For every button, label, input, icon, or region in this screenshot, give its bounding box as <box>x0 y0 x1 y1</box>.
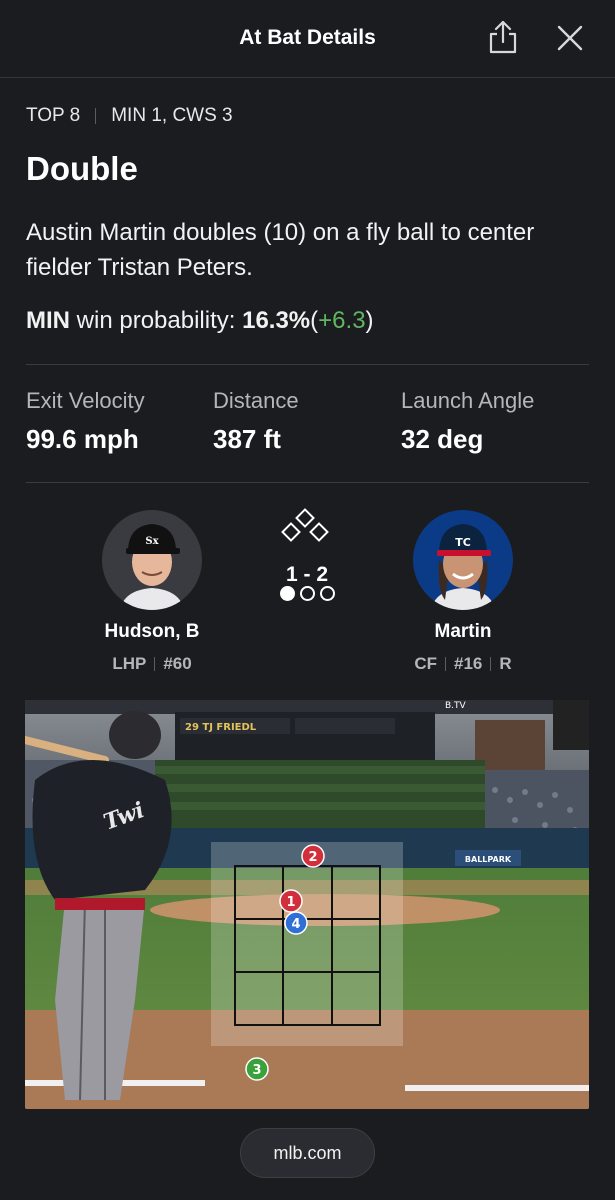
share-icon[interactable] <box>488 20 518 54</box>
outs-indicator <box>280 586 335 601</box>
stat-exit-velocity: Exit Velocity 99.6 mph <box>26 388 145 455</box>
batter-name[interactable]: Martin <box>363 621 563 643</box>
out-dot <box>320 586 335 601</box>
separator <box>490 657 492 671</box>
pitcher-hand: LHP <box>112 654 147 673</box>
win-probability-team: MIN <box>26 307 70 334</box>
batter-number: #16 <box>454 654 483 673</box>
pitcher-meta: LHP #60 <box>52 654 252 674</box>
inning-label: TOP 8 <box>26 105 81 126</box>
out-dot <box>280 586 295 601</box>
scoreboard-batter: 29 TJ FRIEDL <box>185 722 257 733</box>
wall-sponsor: BALLPARK <box>465 855 512 864</box>
stat-value: 387 ft <box>213 424 281 454</box>
separator <box>445 657 446 671</box>
stat-label: Launch Angle <box>401 388 535 413</box>
divider <box>26 364 589 365</box>
stat-launch-angle: Launch Angle 32 deg <box>401 388 534 455</box>
stat-value: 99.6 mph <box>26 424 139 454</box>
batter-meta: CF #16 R <box>363 654 563 674</box>
pitch-marker-2[interactable]: 2 <box>301 844 325 868</box>
pitch-number: 4 <box>291 917 300 932</box>
pitch-marker-3[interactable]: 3 <box>245 1057 269 1081</box>
page-title: At Bat Details <box>239 26 376 49</box>
stat-label: Exit Velocity <box>26 388 145 413</box>
svg-text:Sx: Sx <box>145 536 159 547</box>
out-dot <box>300 586 315 601</box>
pitch-number: 2 <box>308 850 317 865</box>
win-probability-value: 16.3% <box>242 307 311 334</box>
separator <box>154 657 156 671</box>
inning-score-row: TOP 8 MIN 1, CWS 3 <box>26 104 233 128</box>
header-bar: At Bat Details <box>0 0 615 78</box>
pitch-location-view: 29 TJ FRIEDL B.TV BALLPARK Twi 1 2 3 4 <box>25 700 589 1109</box>
close-icon[interactable] <box>556 24 584 52</box>
play-description: Austin Martin doubles (10) on a fly ball… <box>26 219 535 281</box>
ball-strike-count: 1 - 2 <box>285 563 329 586</box>
pitcher-number: #60 <box>163 654 192 673</box>
scoreboard-sign: B.TV <box>445 701 467 711</box>
pitch-marker-1[interactable]: 1 <box>279 889 303 913</box>
zone-backdrop <box>211 842 403 1046</box>
batter-position: CF <box>414 654 437 673</box>
stat-value: 32 deg <box>401 424 484 454</box>
play-result: Double <box>26 150 138 187</box>
stat-label: Distance <box>213 388 299 413</box>
score-label: MIN 1, CWS 3 <box>111 105 233 126</box>
bases-icon <box>281 508 329 542</box>
pitch-marker-4[interactable]: 4 <box>284 911 308 935</box>
pitch-number: 3 <box>252 1063 261 1078</box>
win-probability-label: win probability: <box>76 307 236 334</box>
batter-bats: R <box>499 654 512 673</box>
win-probability: MIN win probability: 16.3%(+6.3) <box>26 307 374 335</box>
count-display: 1 - 2 <box>257 508 357 586</box>
stat-distance: Distance 387 ft <box>213 388 299 455</box>
pitcher-avatar[interactable]: Sx <box>102 510 202 610</box>
pitcher-name[interactable]: Hudson, B <box>52 621 252 643</box>
win-probability-delta: +6.3 <box>318 307 366 334</box>
separator <box>95 108 97 124</box>
win-probability-open: ( <box>310 307 319 334</box>
win-probability-close: ) <box>365 307 374 334</box>
divider <box>26 482 589 483</box>
pitch-number: 1 <box>286 895 295 910</box>
svg-text:TC: TC <box>455 536 471 549</box>
batter-avatar[interactable]: TC <box>413 510 513 610</box>
source-link[interactable]: mlb.com <box>240 1128 375 1178</box>
